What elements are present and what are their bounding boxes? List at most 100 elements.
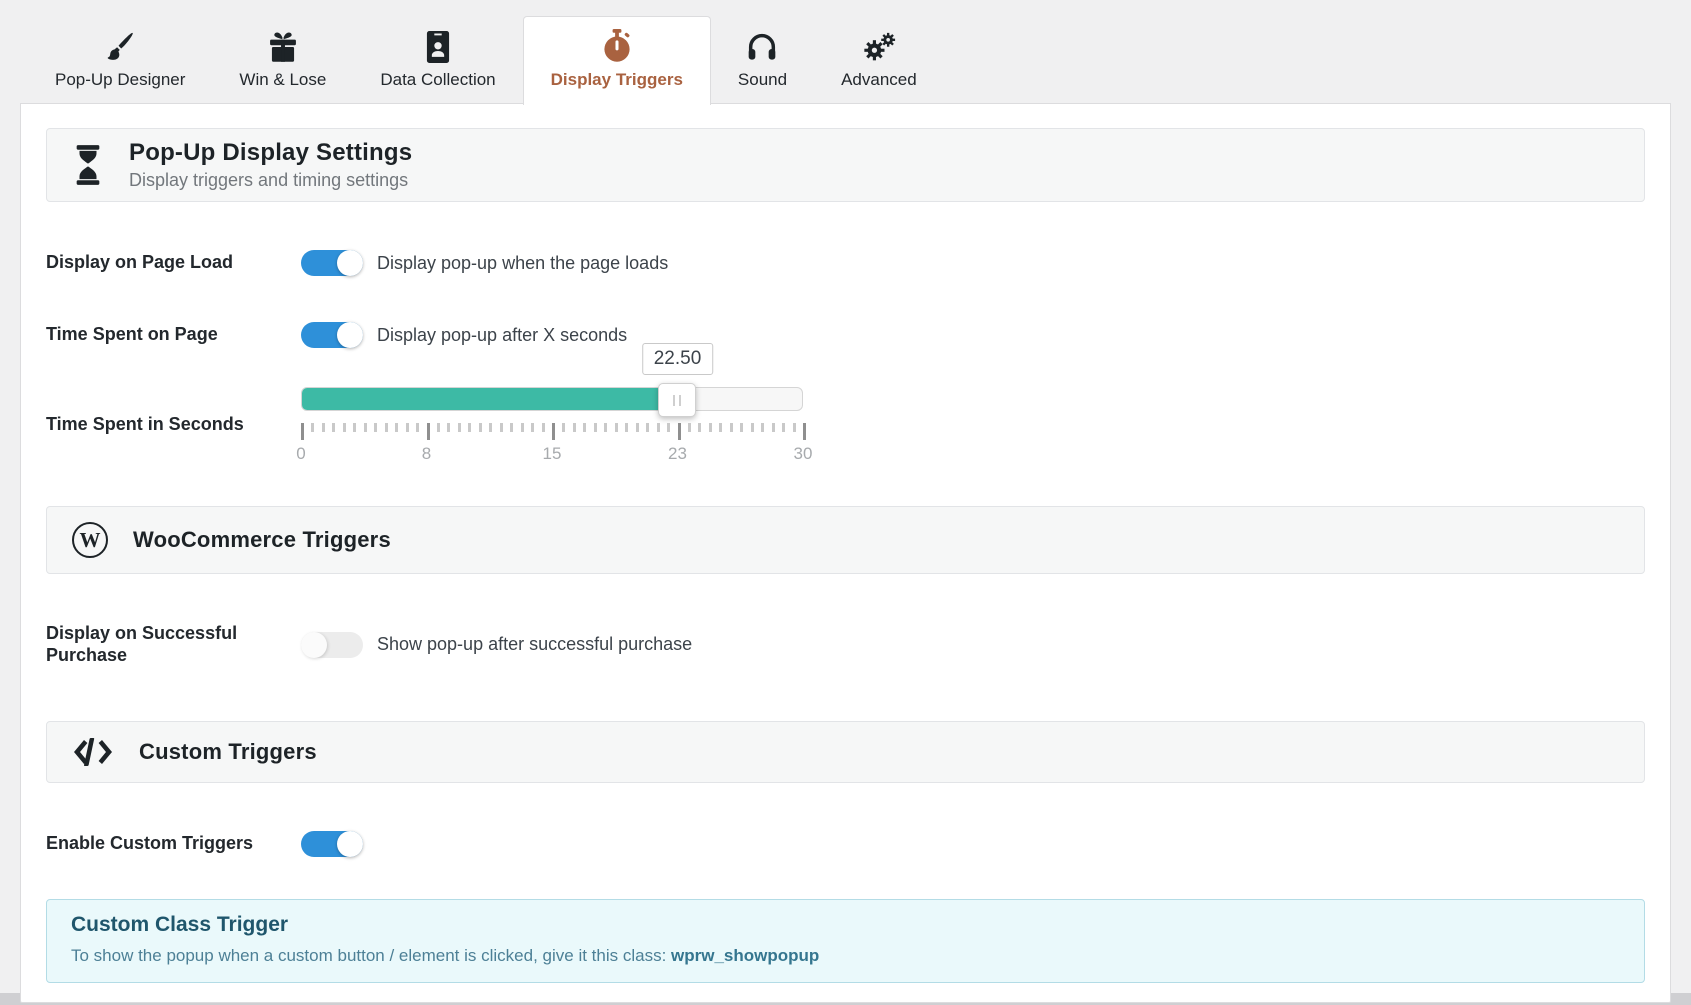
hourglass-icon xyxy=(71,143,105,187)
tab-label: Sound xyxy=(738,70,787,90)
info-box-text-prefix: To show the popup when a custom button /… xyxy=(71,946,671,965)
setting-description: Display pop-up when the page loads xyxy=(377,253,668,274)
slider-minor-tick xyxy=(406,423,409,432)
custom-class-name: wprw_showpopup xyxy=(671,946,819,965)
toggle-knob xyxy=(337,831,363,857)
slider-minor-tick xyxy=(531,423,534,432)
slider-minor-tick xyxy=(751,423,754,432)
slider-minor-tick xyxy=(521,423,524,432)
slider-tick-scale: 08152330 xyxy=(301,423,803,463)
paintbrush-icon xyxy=(104,31,136,63)
slider-minor-tick xyxy=(793,423,796,432)
slider-minor-tick xyxy=(562,423,565,432)
slider-fill xyxy=(302,388,677,410)
slider-minor-tick xyxy=(479,423,482,432)
display-on-purchase-toggle[interactable] xyxy=(301,632,363,658)
setting-label: Display on Page Load xyxy=(46,252,301,274)
slider-minor-tick xyxy=(782,423,785,432)
tab-label: Data Collection xyxy=(380,70,495,90)
slider-major-tick xyxy=(427,423,430,440)
slider-minor-tick xyxy=(311,423,314,432)
section-header-custom-triggers: Custom Triggers xyxy=(46,721,1645,783)
tab-label: Advanced xyxy=(841,70,917,90)
seconds-slider: 22.50 08152330 xyxy=(301,387,803,463)
setting-label: Display on Successful Purchase xyxy=(46,623,301,667)
gears-icon xyxy=(862,31,896,63)
tab-sound[interactable]: Sound xyxy=(711,17,814,103)
tab-label: Pop-Up Designer xyxy=(55,70,185,90)
slider-value-bubble: 22.50 xyxy=(642,343,714,375)
code-icon xyxy=(71,736,115,768)
headphones-icon xyxy=(746,31,778,63)
tab-display-triggers[interactable]: Display Triggers xyxy=(523,16,711,105)
section-title: WooCommerce Triggers xyxy=(133,527,391,553)
tab-data-collection[interactable]: Data Collection xyxy=(353,17,522,103)
slider-minor-tick xyxy=(709,423,712,432)
slider-minor-tick xyxy=(604,423,607,432)
slider-minor-tick xyxy=(364,423,367,432)
section-header-display-settings: Pop-Up Display Settings Display triggers… xyxy=(46,128,1645,202)
slider-minor-tick xyxy=(615,423,618,432)
settings-screen: Pop-Up Designer Win & Lose Data Collection… xyxy=(0,0,1691,1005)
slider-minor-tick xyxy=(416,423,419,432)
tab-pop-up-designer[interactable]: Pop-Up Designer xyxy=(28,17,212,103)
tab-win-lose[interactable]: Win & Lose xyxy=(212,17,353,103)
slider-tick-label: 8 xyxy=(422,444,431,464)
slider-minor-tick xyxy=(353,423,356,432)
tab-advanced[interactable]: Advanced xyxy=(814,17,944,103)
slider-minor-tick xyxy=(657,423,660,432)
custom-class-trigger-box: Custom Class Trigger To show the popup w… xyxy=(46,899,1645,983)
slider-minor-tick xyxy=(730,423,733,432)
setting-label: Enable Custom Triggers xyxy=(46,833,301,855)
slider-minor-tick xyxy=(489,423,492,432)
info-box-text: To show the popup when a custom button /… xyxy=(71,946,1620,966)
address-card-icon xyxy=(425,31,451,63)
display-on-purchase-row: Display on Successful Purchase Show pop-… xyxy=(46,623,1645,667)
time-spent-in-seconds-row: Time Spent in Seconds 22.50 08152330 xyxy=(46,387,1645,463)
tab-bar: Pop-Up Designer Win & Lose Data Collection… xyxy=(0,0,1691,103)
slider-minor-tick xyxy=(322,423,325,432)
tab-label: Display Triggers xyxy=(551,70,683,90)
slider-minor-tick xyxy=(573,423,576,432)
slider-minor-tick xyxy=(437,423,440,432)
slider-minor-tick xyxy=(583,423,586,432)
slider-major-tick xyxy=(678,423,681,440)
toggle-knob xyxy=(301,632,327,658)
slider-minor-tick xyxy=(468,423,471,432)
slider-minor-tick xyxy=(385,423,388,432)
enable-custom-triggers-toggle[interactable] xyxy=(301,831,363,857)
section-title: Pop-Up Display Settings xyxy=(129,139,412,167)
slider-minor-tick xyxy=(500,423,503,432)
slider-minor-tick xyxy=(772,423,775,432)
slider-major-tick xyxy=(803,423,806,440)
toggle-knob xyxy=(337,250,363,276)
tab-label: Win & Lose xyxy=(239,70,326,90)
slider-minor-tick xyxy=(395,423,398,432)
slider-minor-tick xyxy=(667,423,670,432)
setting-description: Show pop-up after successful purchase xyxy=(377,634,692,655)
setting-label: Time Spent in Seconds xyxy=(46,414,301,436)
section-subtitle: Display triggers and timing settings xyxy=(129,170,412,191)
slider-minor-tick xyxy=(636,423,639,432)
slider-tick-label: 30 xyxy=(794,444,813,464)
slider-minor-tick xyxy=(542,423,545,432)
slider-tick-label: 15 xyxy=(543,444,562,464)
slider-minor-tick xyxy=(594,423,597,432)
slider-minor-tick xyxy=(625,423,628,432)
slider-track[interactable] xyxy=(301,387,803,411)
slider-minor-tick xyxy=(332,423,335,432)
slider-handle[interactable] xyxy=(658,383,696,417)
slider-minor-tick xyxy=(719,423,722,432)
enable-custom-triggers-row: Enable Custom Triggers xyxy=(46,831,1645,857)
slider-minor-tick xyxy=(374,423,377,432)
svg-text:W: W xyxy=(80,528,101,552)
display-on-page-load-toggle[interactable] xyxy=(301,250,363,276)
slider-major-tick xyxy=(552,423,555,440)
slider-tick-label: 0 xyxy=(296,444,305,464)
slider-minor-tick xyxy=(740,423,743,432)
gift-icon xyxy=(268,31,298,63)
time-spent-on-page-toggle[interactable] xyxy=(301,322,363,348)
settings-panel: Pop-Up Display Settings Display triggers… xyxy=(20,103,1671,1003)
setting-label: Time Spent on Page xyxy=(46,324,301,346)
toggle-knob xyxy=(337,322,363,348)
